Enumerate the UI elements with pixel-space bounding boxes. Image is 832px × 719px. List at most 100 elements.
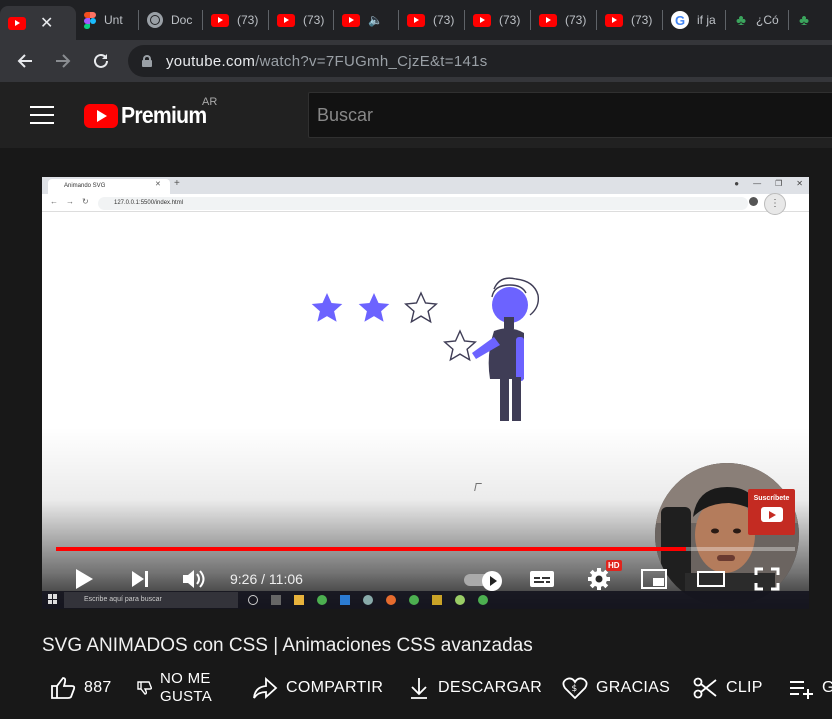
search-placeholder: Buscar — [317, 104, 374, 125]
tab-title: Doc — [171, 13, 193, 27]
play-icon — [76, 569, 93, 589]
volume-icon — [183, 570, 205, 588]
browser-tab-plant[interactable]: ♣ — [789, 0, 817, 40]
dislike-label-line2: GUSTA — [160, 688, 213, 705]
tab-title: (73) — [433, 13, 455, 27]
subtitles-icon — [530, 571, 554, 587]
tab-title: ¿Có — [756, 13, 779, 27]
browser-tab-strip: ✕ Unt Doc (73) (73) 🔈 (73) (73) (73) (73… — [0, 0, 832, 40]
time-separator: / — [261, 571, 266, 587]
star-filled — [358, 293, 390, 322]
subscribe-play-icon — [760, 507, 783, 522]
browser-tab-doc[interactable]: Doc — [139, 0, 202, 40]
video-actions: 887 NO ME GUSTA COMPARTIR DESCARGAR $ GR… — [0, 666, 832, 710]
browser-tab-youtube[interactable]: (73) — [465, 0, 530, 40]
hd-badge: HD — [606, 560, 622, 571]
progress-bar[interactable] — [56, 547, 795, 551]
reload-icon — [94, 53, 108, 68]
tab-title: (73) — [303, 13, 325, 27]
fullscreen-icon — [754, 567, 780, 591]
plant-icon: ♣ — [799, 11, 809, 29]
thanks-label: GRACIAS — [596, 679, 671, 696]
browser-tab-youtube-active[interactable]: ✕ — [0, 6, 76, 40]
youtube-icon — [473, 13, 491, 27]
dislike-button[interactable]: NO ME GUSTA — [136, 666, 212, 710]
download-icon — [411, 678, 427, 699]
video-title: SVG ANIMADOS con CSS | Animaciones CSS a… — [42, 635, 533, 656]
share-button[interactable]: COMPARTIR — [252, 666, 383, 710]
back-button[interactable] — [6, 42, 44, 80]
progress-played — [56, 547, 687, 551]
address-bar[interactable]: youtube.com/watch?v=7FUGmh_CjzE&t=141s — [128, 45, 832, 77]
youtube-icon — [8, 16, 26, 30]
time-current: 9:26 — [230, 571, 258, 587]
clip-button[interactable]: CLIP — [692, 666, 763, 710]
scissors-icon — [693, 677, 717, 699]
menu-icon[interactable] — [30, 106, 54, 124]
arrow-right-icon — [56, 54, 71, 68]
miniplayer-icon — [641, 569, 667, 589]
video-windows-taskbar: Escribe aquí para buscar — [42, 591, 809, 609]
browser-tab-youtube[interactable]: (73) — [399, 0, 464, 40]
windows-start-icon — [48, 594, 58, 604]
reload-button[interactable] — [82, 42, 120, 80]
tab-title: (73) — [631, 13, 653, 27]
browser-tab-plant[interactable]: ♣ ¿Có — [726, 0, 788, 40]
thanks-button[interactable]: $ GRACIAS — [562, 666, 670, 710]
browser-tab-youtube[interactable]: (73) — [203, 0, 268, 40]
youtube-logo-icon — [84, 103, 118, 128]
youtube-icon — [277, 13, 295, 27]
youtube-icon — [342, 13, 360, 27]
taskbar-search-text: Escribe aquí para buscar — [84, 596, 162, 603]
star-filled — [311, 293, 343, 322]
forward-button[interactable] — [44, 42, 82, 80]
tab-title: (73) — [499, 13, 521, 27]
browser-tab-youtube-audio[interactable]: 🔈 — [334, 0, 398, 40]
youtube-premium-logo[interactable]: Premium — [84, 102, 214, 129]
dislike-label-line1: NO ME — [160, 670, 211, 687]
tab-title: (73) — [565, 13, 587, 27]
theater-mode-icon — [697, 571, 725, 587]
youtube-icon — [539, 13, 557, 27]
star-held — [443, 329, 477, 362]
browser-tab-figma[interactable]: Unt — [76, 0, 138, 40]
download-label: DESCARGAR — [438, 679, 543, 696]
subscribe-label: Suscríbete — [753, 495, 790, 502]
browser-tab-youtube[interactable]: (73) — [597, 0, 662, 40]
download-button[interactable]: DESCARGAR — [408, 666, 542, 710]
share-icon — [253, 677, 278, 699]
browser-tab-youtube[interactable]: (73) — [531, 0, 596, 40]
tab-title: if ja — [697, 13, 716, 27]
plant-icon: ♣ — [736, 11, 746, 29]
save-label: G — [822, 679, 832, 696]
youtube-icon — [407, 13, 425, 27]
thumbs-down-icon — [137, 681, 152, 695]
star-rating-stars — [311, 291, 477, 362]
speaker-icon[interactable]: 🔈 — [368, 13, 383, 27]
skip-next-icon — [132, 571, 148, 587]
url-host: youtube.com — [166, 52, 256, 70]
dislike-label: NO ME GUSTA — [160, 670, 212, 706]
taskbar-app-icons — [248, 595, 488, 605]
search-input[interactable]: Buscar — [308, 92, 832, 138]
region-code: AR — [202, 96, 218, 108]
tab-title: (73) — [237, 13, 259, 27]
youtube-icon — [211, 13, 229, 27]
save-button[interactable]: G — [788, 666, 832, 710]
like-button[interactable]: 887 — [50, 666, 112, 710]
browser-tab-google[interactable]: G if ja — [663, 0, 725, 40]
browser-toolbar: youtube.com/watch?v=7FUGmh_CjzE&t=141s — [0, 40, 832, 82]
youtube-icon — [605, 13, 623, 27]
like-count: 887 — [84, 679, 112, 696]
globe-icon — [147, 12, 163, 28]
playlist-add-icon — [790, 681, 813, 699]
video-player[interactable]: Animando SVG ✕ + ● — ❐ ✕ ←→↻ 127.0.0.1:5500… — [42, 177, 809, 609]
close-tab-icon[interactable]: ✕ — [40, 13, 53, 33]
google-icon: G — [671, 11, 689, 29]
heart-dollar-icon: $ — [562, 677, 588, 700]
autoplay-toggle[interactable] — [464, 571, 504, 591]
taskbar-search: Escribe aquí para buscar — [64, 592, 238, 608]
lock-icon[interactable] — [142, 55, 152, 67]
browser-tab-youtube[interactable]: (73) — [269, 0, 333, 40]
figma-icon — [84, 11, 96, 29]
